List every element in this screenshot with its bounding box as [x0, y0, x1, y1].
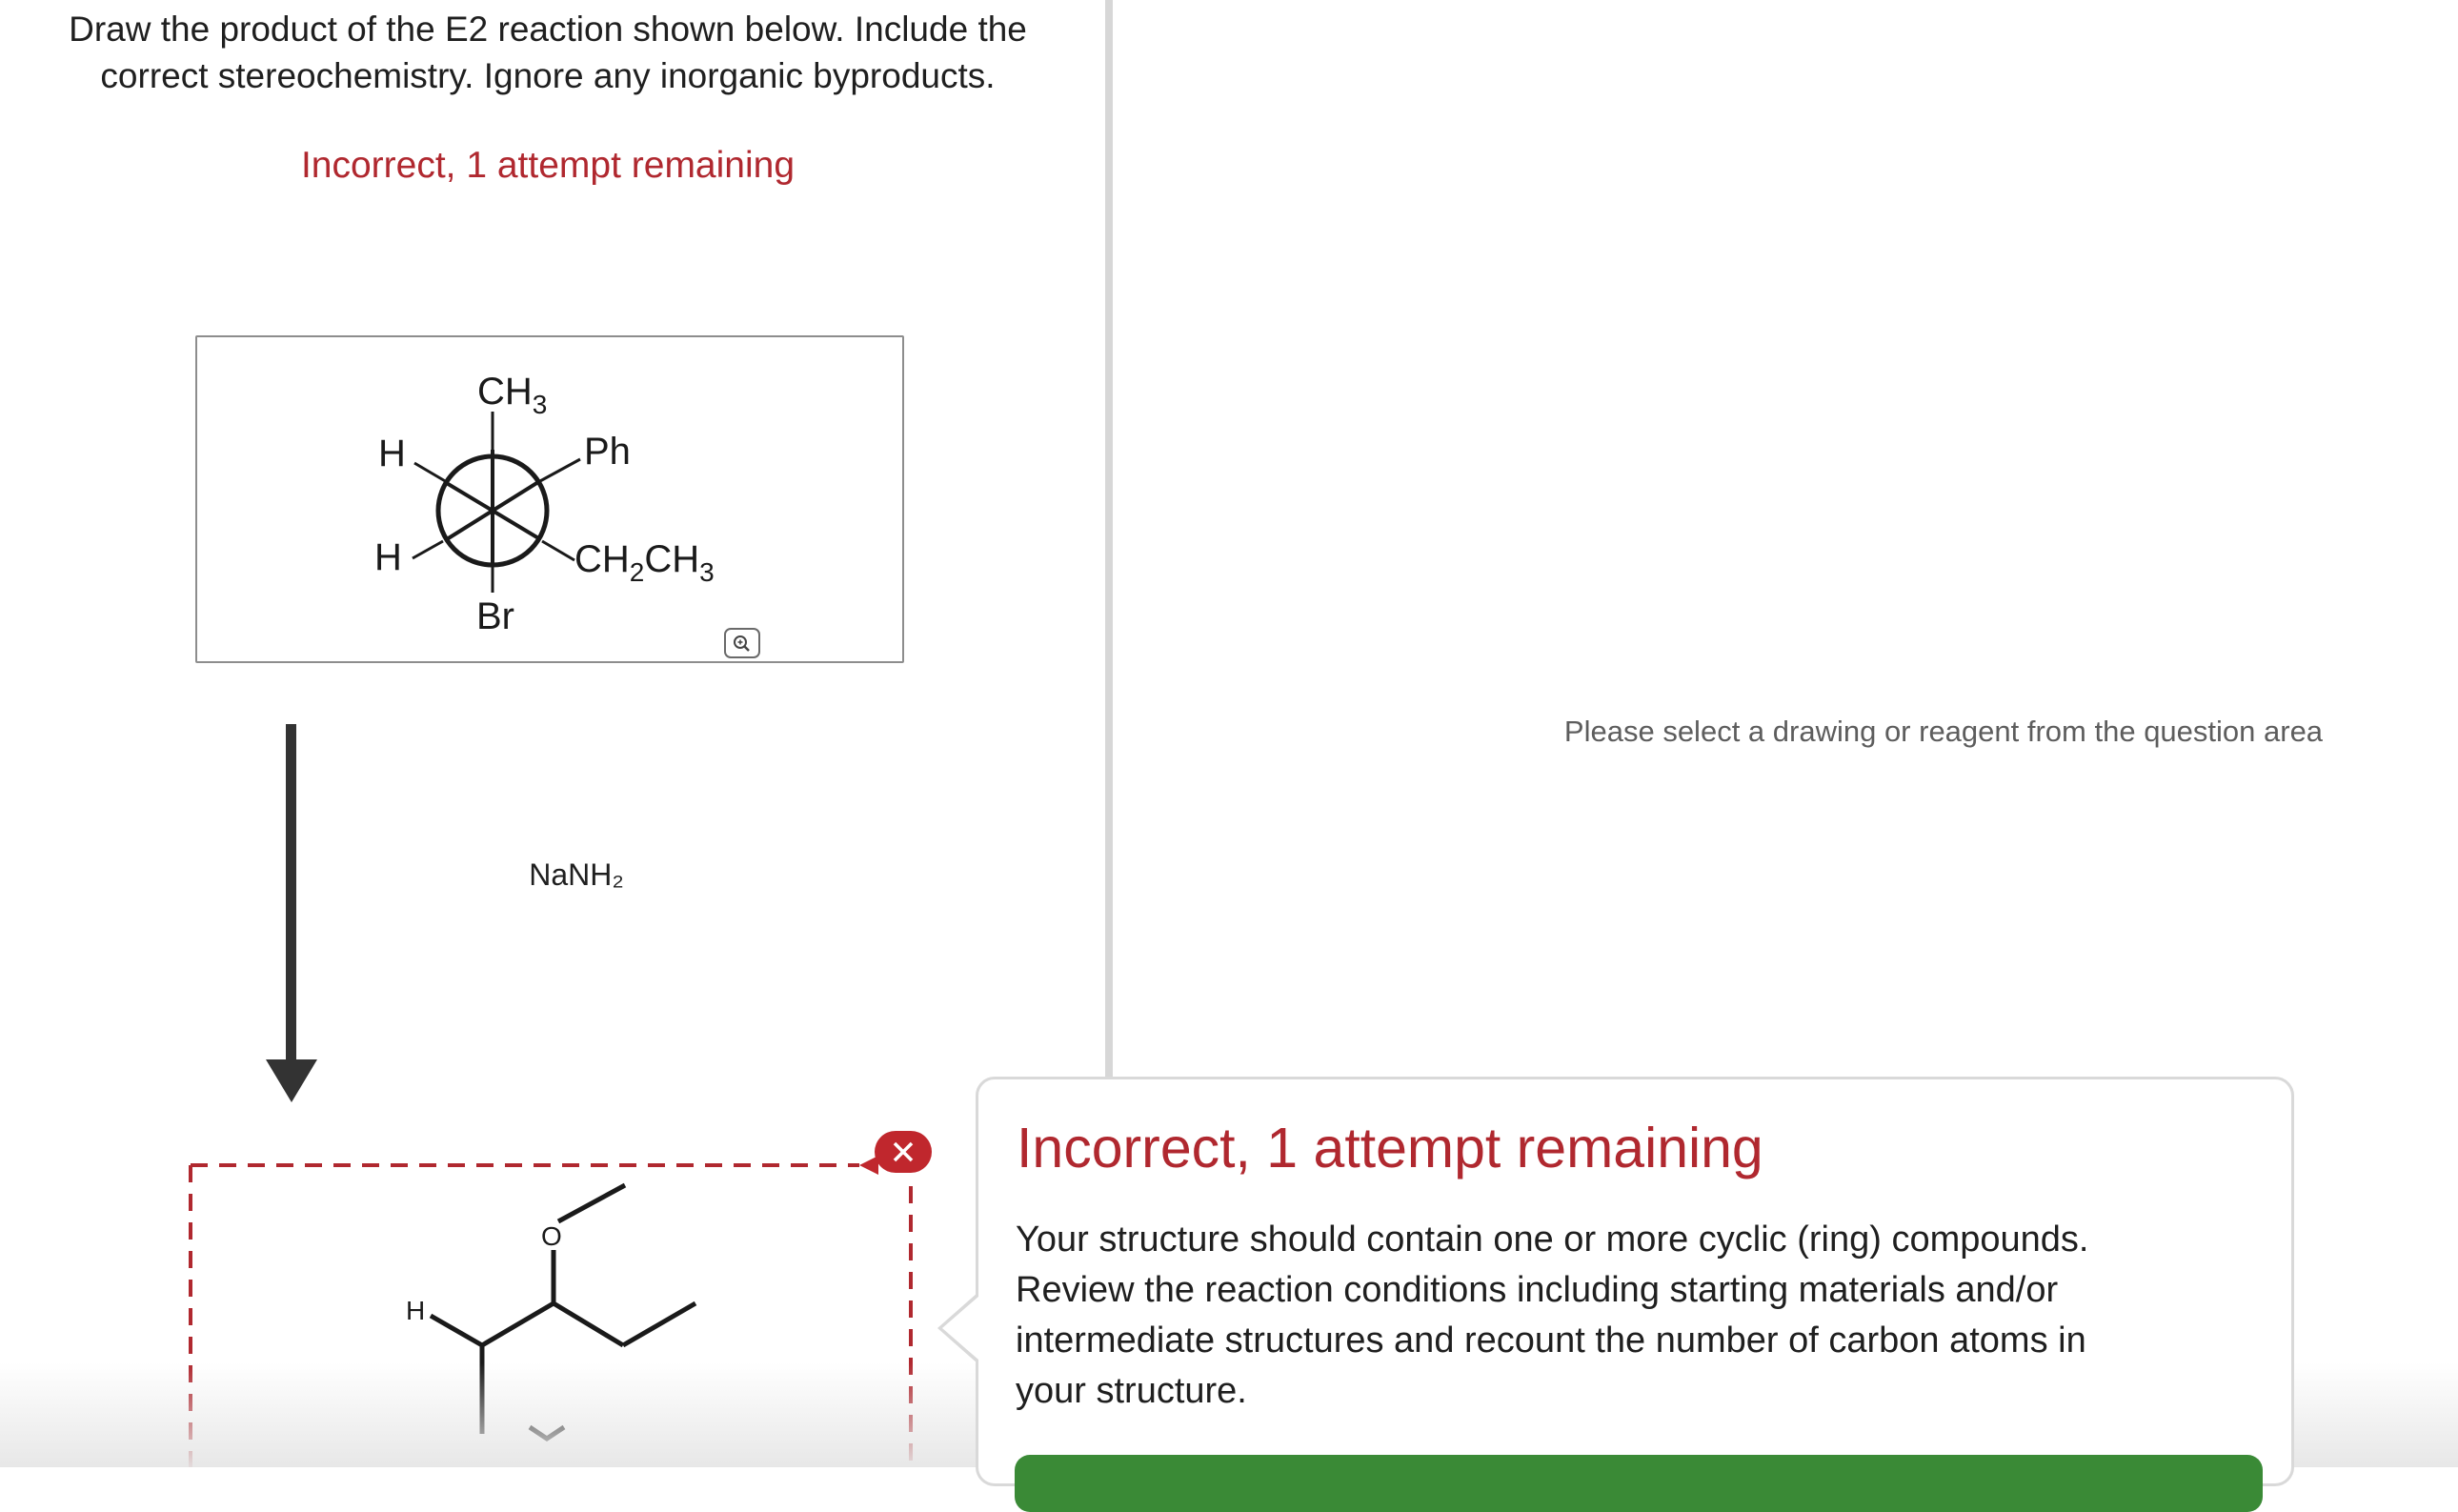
label-br: Br — [476, 595, 514, 637]
newman-projection: CH3 H Ph H CH2CH3 Br — [374, 371, 715, 637]
label-ph: Ph — [584, 431, 631, 473]
feedback-line-1: Your structure should contain one or mor… — [1016, 1220, 2089, 1260]
question-prompt: Draw the product of the E2 reaction show… — [38, 6, 1058, 99]
answer-atom-o: O — [541, 1221, 562, 1251]
starting-material-box[interactable]: CH3 H Ph H CH2CH3 Br — [195, 335, 904, 663]
label-ch2ch3: CH2CH3 — [574, 538, 715, 587]
front-bond-upper-left-inner — [443, 480, 494, 513]
feedback-line-3: intermediate structures and recount the … — [1016, 1320, 2086, 1361]
answer-bond-to-h — [429, 1313, 484, 1348]
label-h-lower: H — [374, 536, 402, 578]
bond-to-h-lower — [412, 539, 444, 560]
answer-bond-o-ethyl — [556, 1182, 627, 1224]
feedback-panel: Incorrect, 1 attempt remaining Your stru… — [976, 1077, 2294, 1512]
front-bond-lower-right-inner — [491, 509, 542, 541]
bond-to-ph — [537, 457, 581, 484]
reaction-arrow-shaft — [286, 724, 296, 1067]
feedback-pointer-fill — [942, 1297, 978, 1360]
front-bond-upper-right-inner — [491, 480, 540, 513]
question-line-1: Draw the product of the E2 reaction show… — [69, 10, 1027, 49]
attempt-status: Incorrect, 1 attempt remaining — [300, 145, 796, 186]
feedback-line-2: Review the reaction conditions including… — [1016, 1270, 2059, 1310]
answer-bond-ethyl-end — [621, 1300, 697, 1348]
reaction-arrow-head — [266, 1059, 317, 1102]
front-bond-lower-left-inner — [445, 509, 494, 541]
feedback-title: Incorrect, 1 attempt remaining — [1017, 1117, 1763, 1179]
feedback-line-4: your structure. — [1016, 1371, 1247, 1411]
label-h-upper: H — [378, 433, 406, 474]
bond-to-ch2ch3 — [541, 539, 575, 562]
answer-atom-h: H — [406, 1296, 425, 1325]
side-panel-hint: Please select a drawing or reagent from … — [1563, 715, 2324, 748]
feedback-action-button[interactable] — [1015, 1455, 2263, 1512]
answer-bond-c-c-left — [480, 1300, 555, 1348]
question-line-2: correct stereochemistry. Ignore any inor… — [100, 56, 996, 95]
feedback-message: Your structure should contain one or mor… — [1016, 1215, 2216, 1417]
close-icon — [893, 1141, 914, 1162]
magnifier-icon — [734, 635, 750, 652]
remove-answer-button[interactable] — [875, 1131, 932, 1173]
bond-to-h-upper — [413, 461, 448, 484]
reagent-nanh2[interactable]: NaNH₂ — [495, 857, 657, 893]
panel-divider[interactable] — [1105, 0, 1113, 1079]
answer-bond-c-c-right — [552, 1300, 625, 1348]
label-ch3-top: CH3 — [477, 371, 547, 419]
zoom-button[interactable] — [724, 628, 760, 658]
